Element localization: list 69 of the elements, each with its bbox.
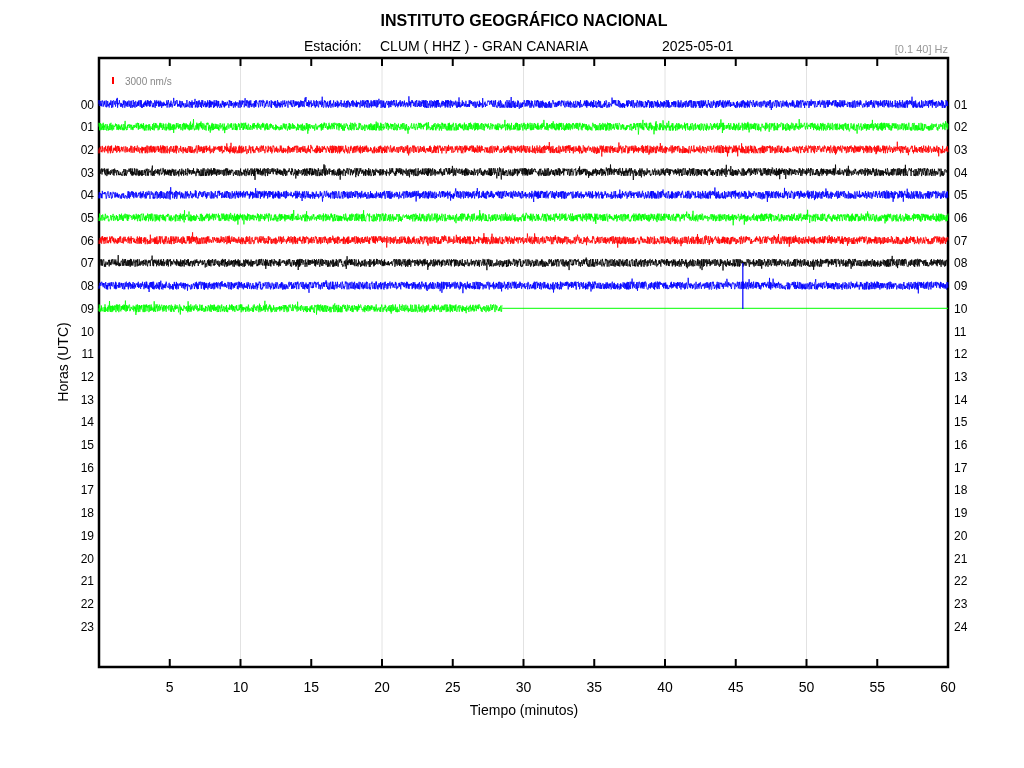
hour-label: 18 bbox=[80, 506, 94, 521]
hour-label: 17 bbox=[954, 460, 968, 475]
hour-label: 21 bbox=[80, 574, 94, 589]
hour-label: 02 bbox=[954, 120, 968, 135]
station-name: CLUM ( HHZ ) - GRAN CANARIA bbox=[380, 38, 589, 54]
hour-label: 12 bbox=[80, 369, 94, 384]
hour-label: 05 bbox=[954, 188, 968, 203]
hour-label: 07 bbox=[80, 256, 94, 271]
hour-label: 22 bbox=[954, 574, 968, 589]
hour-label: 13 bbox=[954, 369, 968, 384]
hour-label: 20 bbox=[80, 551, 94, 566]
x-tick-label: 40 bbox=[657, 679, 673, 695]
hour-label: 23 bbox=[80, 619, 94, 634]
x-tick-label: 25 bbox=[444, 679, 461, 695]
hour-label: 17 bbox=[80, 483, 94, 498]
hour-label: 01 bbox=[954, 97, 968, 112]
hour-label: 18 bbox=[954, 483, 968, 498]
scale-label: 3000 nm/s bbox=[125, 76, 172, 87]
hour-label: 04 bbox=[954, 165, 968, 180]
filter-label: [0.1 40] Hz bbox=[894, 43, 948, 55]
hour-label: 05 bbox=[80, 211, 94, 225]
hour-label: 02 bbox=[80, 142, 94, 157]
hour-label: 03 bbox=[80, 165, 94, 180]
hour-label: 04 bbox=[80, 188, 94, 203]
hour-label: 01 bbox=[80, 120, 94, 135]
x-tick-label: 55 bbox=[869, 679, 886, 695]
plot-title: INSTITUTO GEOGRÁFICO NACIONAL bbox=[380, 12, 668, 29]
hour-label: 13 bbox=[80, 392, 94, 407]
hour-label: 20 bbox=[954, 528, 968, 543]
hour-label: 14 bbox=[80, 415, 94, 430]
hour-label: 06 bbox=[80, 233, 94, 248]
scale-bar bbox=[112, 77, 114, 84]
hour-label: 10 bbox=[80, 324, 94, 339]
x-tick-label: 15 bbox=[303, 679, 320, 695]
hour-label: 23 bbox=[954, 596, 968, 611]
hour-label: 16 bbox=[80, 460, 94, 475]
hour-label: 15 bbox=[80, 438, 94, 452]
x-tick-label: 20 bbox=[374, 679, 390, 695]
hour-label: 10 bbox=[954, 301, 968, 316]
hour-label: 15 bbox=[954, 415, 968, 430]
hour-label: 14 bbox=[954, 392, 968, 407]
x-axis-label: Tiempo (minutos) bbox=[469, 702, 579, 718]
x-tick-label: 10 bbox=[232, 679, 249, 695]
hour-label: 21 bbox=[954, 551, 968, 566]
hour-label: 09 bbox=[954, 279, 968, 294]
x-tick-label: 35 bbox=[586, 679, 603, 695]
x-tick-label: 30 bbox=[515, 679, 532, 695]
hour-label: 11 bbox=[81, 347, 94, 362]
hour-label: 03 bbox=[954, 142, 968, 157]
hour-label: 06 bbox=[954, 211, 968, 225]
y-axis-label: Horas (UTC) bbox=[55, 322, 71, 402]
x-tick-label: 50 bbox=[798, 679, 815, 695]
hour-label: 00 bbox=[80, 97, 94, 112]
hour-label: 12 bbox=[954, 347, 968, 362]
date-label: 2025-05-01 bbox=[662, 38, 734, 54]
x-tick-label: 5 bbox=[165, 679, 174, 695]
x-tick-label: 60 bbox=[940, 679, 956, 695]
hour-label: 11 bbox=[954, 324, 967, 339]
station-label: Estación: bbox=[304, 38, 362, 54]
hour-label: 22 bbox=[80, 596, 94, 611]
hour-label: 24 bbox=[954, 619, 968, 634]
hour-label: 08 bbox=[954, 256, 968, 271]
hour-label: 07 bbox=[954, 233, 968, 248]
x-tick-label: 45 bbox=[727, 679, 744, 695]
hour-label: 19 bbox=[954, 506, 968, 521]
hour-label: 08 bbox=[80, 279, 94, 294]
hour-label: 16 bbox=[954, 438, 968, 452]
hour-label: 19 bbox=[80, 528, 94, 543]
hour-label: 09 bbox=[80, 301, 94, 316]
